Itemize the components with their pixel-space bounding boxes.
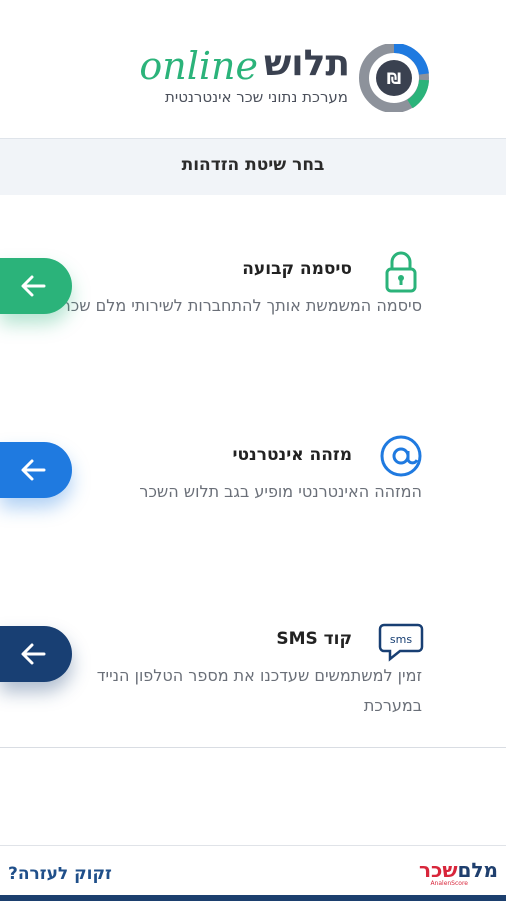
option-description: המזהה האינטרנטי מופיע בגב תלוש השכר [139,482,422,501]
option-sms-code[interactable]: sms קוד SMS זמין למשתמשים שעדכנו את מספר… [0,563,506,748]
at-sign-icon [380,435,422,477]
internet-id-arrow-button[interactable] [0,442,72,498]
method-selection-bar: בחר שיטת הזדהות [0,138,506,196]
method-selection-title: בחר שיטת הזדהות [181,155,325,175]
help-link[interactable]: זקוק לעזרה? [8,864,112,884]
padlock-icon [385,251,417,293]
footer-strip [0,895,506,901]
brand-subtitle: מערכת נתוני שכר אינטרנטית [164,88,348,106]
option-title: קוד SMS [276,629,352,649]
sms-bubble-icon: sms [378,623,424,662]
brand-title-hebrew: תלוש [263,43,350,84]
arrow-left-icon [21,275,46,297]
option-title: מזהה אינטרנטי [232,445,352,465]
shekel-logo-icon: ₪ [359,44,429,112]
fixed-password-arrow-button[interactable] [0,258,72,314]
svg-text:sms: sms [390,633,412,646]
arrow-left-icon [21,459,46,481]
option-internet-id[interactable]: מזהה אינטרנטי המזהה האינטרנטי מופיע בגב … [0,379,506,564]
app-footer: זקוק לעזרה? מלםשכר AnalenScore [0,845,506,901]
brand-title-online: online [139,44,258,88]
app-header: ₪ תלוש online מערכת נתוני שכר אינטרנטית [0,0,506,138]
option-title: סיסמה קבועה [242,259,352,279]
malam-sachar-logo: מלםשכר AnalenScore [418,858,498,887]
arrow-left-icon [21,643,46,665]
sms-code-arrow-button[interactable] [0,626,72,682]
option-fixed-password[interactable]: סיסמה קבועה סיסמה המשמשת אותך להתחברות ל… [0,195,506,380]
option-description: זמין למשתמשים שעדכנו את מספר הטלפון הניי… [96,666,422,715]
option-description: סיסמה המשמשת אותך להתחברות לשירותי מלם ש… [61,296,422,315]
svg-text:₪: ₪ [387,69,401,88]
